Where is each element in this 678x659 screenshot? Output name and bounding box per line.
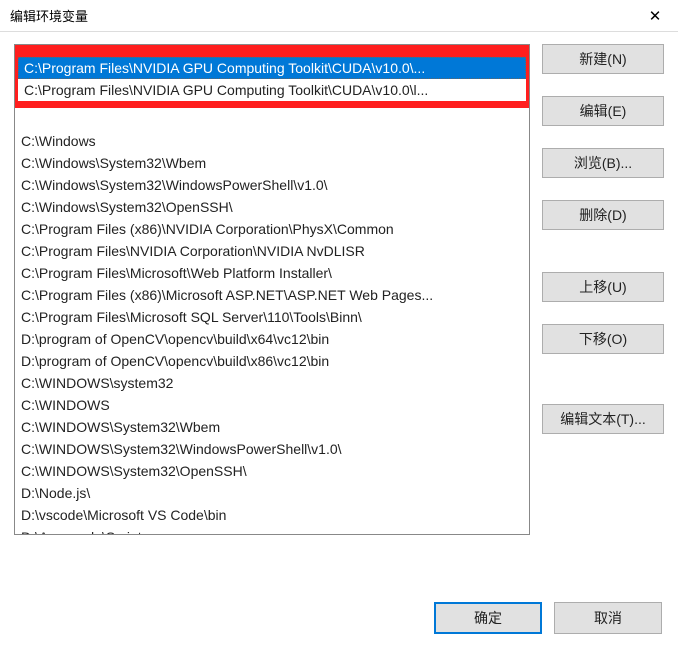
list-item[interactable]: C:\WINDOWS\System32\OpenSSH\	[15, 460, 529, 482]
list-item[interactable]: C:\WINDOWS\System32\Wbem	[15, 416, 529, 438]
titlebar: 编辑环境变量 ✕	[0, 0, 678, 32]
list-item[interactable]: D:\vscode\Microsoft VS Code\bin	[15, 504, 529, 526]
list-item[interactable]	[15, 108, 529, 130]
list-item[interactable]: C:\Windows\System32\OpenSSH\	[15, 196, 529, 218]
path-list-container: C:\Program Files\NVIDIA GPU Computing To…	[14, 44, 530, 588]
list-item[interactable]: D:\program of OpenCV\opencv\build\x86\vc…	[15, 350, 529, 372]
list-item[interactable]: C:\WINDOWS	[15, 394, 529, 416]
list-item[interactable]: C:\WINDOWS\system32	[15, 372, 529, 394]
list-item[interactable]: C:\Program Files (x86)\NVIDIA Corporatio…	[15, 218, 529, 240]
list-item[interactable]: C:\Program Files\Microsoft\Web Platform …	[15, 262, 529, 284]
path-list[interactable]: C:\Windows C:\Windows\System32\Wbem C:\W…	[14, 108, 530, 535]
button-sidebar: 新建(N) 编辑(E) 浏览(B)... 删除(D) 上移(U) 下移(O) 编…	[542, 44, 664, 588]
list-item[interactable]: D:\Node.js\	[15, 482, 529, 504]
window-title: 编辑环境变量	[10, 6, 88, 25]
list-item[interactable]: D:\program of OpenCV\opencv\build\x64\vc…	[15, 328, 529, 350]
list-item[interactable]: C:\Windows\System32\WindowsPowerShell\v1…	[15, 174, 529, 196]
list-item[interactable]: C:\Windows\System32\Wbem	[15, 152, 529, 174]
list-item[interactable]: C:\Program Files\NVIDIA GPU Computing To…	[18, 57, 526, 79]
list-item[interactable]: C:\Program Files (x86)\Microsoft ASP.NET…	[15, 284, 529, 306]
dialog-footer: 确定 取消	[0, 588, 678, 648]
list-item[interactable]: C:\WINDOWS\System32\WindowsPowerShell\v1…	[15, 438, 529, 460]
edit-text-button[interactable]: 编辑文本(T)...	[542, 404, 664, 434]
dialog-content: C:\Program Files\NVIDIA GPU Computing To…	[0, 32, 678, 588]
move-up-button[interactable]: 上移(U)	[542, 272, 664, 302]
edit-button[interactable]: 编辑(E)	[542, 96, 664, 126]
move-down-button[interactable]: 下移(O)	[542, 324, 664, 354]
list-item[interactable]: C:\Program Files\NVIDIA Corporation\NVID…	[15, 240, 529, 262]
highlight-annotation: C:\Program Files\NVIDIA GPU Computing To…	[14, 44, 530, 108]
list-item[interactable]: D:\Anaconda\Scripts	[15, 526, 529, 534]
delete-button[interactable]: 删除(D)	[542, 200, 664, 230]
cancel-button[interactable]: 取消	[554, 602, 662, 634]
ok-button[interactable]: 确定	[434, 602, 542, 634]
list-item[interactable]: C:\Windows	[15, 130, 529, 152]
close-button[interactable]: ✕	[632, 0, 678, 32]
close-icon: ✕	[649, 7, 662, 25]
list-item[interactable]: C:\Program Files\Microsoft SQL Server\11…	[15, 306, 529, 328]
browse-button[interactable]: 浏览(B)...	[542, 148, 664, 178]
list-item[interactable]: C:\Program Files\NVIDIA GPU Computing To…	[18, 79, 526, 101]
new-button[interactable]: 新建(N)	[542, 44, 664, 74]
